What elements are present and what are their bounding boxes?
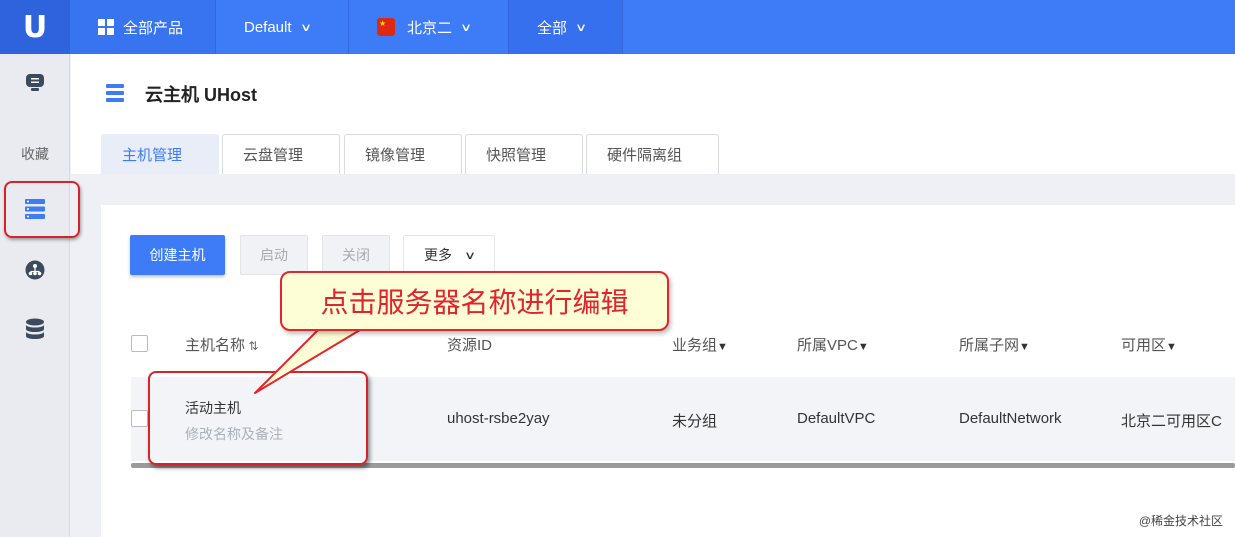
resource-id-cell: uhost-rsbe2yay xyxy=(447,410,550,427)
monitor-icon[interactable] xyxy=(24,72,46,94)
grid-icon xyxy=(98,19,114,35)
network-icon[interactable] xyxy=(24,259,46,281)
page-title: 云主机 UHost xyxy=(145,85,257,105)
scope-select[interactable]: 全部 ∨ xyxy=(509,0,623,54)
region-select[interactable]: 北京二 ∨ xyxy=(349,0,509,54)
instruction-callout: 点击服务器名称进行编辑 xyxy=(280,271,669,331)
tab-image-management[interactable]: 镜像管理 xyxy=(344,134,462,174)
database-icon[interactable] xyxy=(24,318,46,340)
column-header-subnet[interactable]: 所属子网▼ xyxy=(959,334,1030,355)
project-label: Default xyxy=(244,18,292,36)
tab-disk-management[interactable]: 云盘管理 xyxy=(222,134,340,174)
column-header-group[interactable]: 业务组▼ xyxy=(672,334,728,355)
region-label: 北京二 xyxy=(407,19,453,37)
page-header: 云主机 UHost 主机管理 云盘管理 镜像管理 快照管理 硬件隔离组 xyxy=(71,54,1235,174)
group-cell: 未分组 xyxy=(672,413,718,430)
sidebar: 收藏 xyxy=(0,54,80,537)
tab-snapshot-management[interactable]: 快照管理 xyxy=(465,134,583,174)
chevron-down-icon: ∨ xyxy=(575,21,588,34)
server-icon xyxy=(106,84,124,102)
chevron-down-icon: ∨ xyxy=(460,21,473,34)
more-dropdown[interactable]: 更多 ∨ xyxy=(403,235,495,275)
top-navigation-bar: U 全部产品 Default ∨ 北京二 ∨ 全部 ∨ xyxy=(0,0,1235,54)
watermark: @稀金技术社区 xyxy=(1138,514,1223,528)
all-products-menu[interactable]: 全部产品 xyxy=(70,0,216,54)
scope-label: 全部 xyxy=(537,19,568,37)
chevron-down-icon: ∨ xyxy=(463,249,477,262)
tab-host-management[interactable]: 主机管理 xyxy=(101,134,219,174)
column-header-name[interactable]: 主机名称 ⇅ xyxy=(185,334,258,355)
start-button[interactable]: 启动 xyxy=(240,235,308,275)
logo[interactable]: U xyxy=(0,0,70,54)
create-host-button[interactable]: 创建主机 xyxy=(130,235,225,275)
stop-button[interactable]: 关闭 xyxy=(322,235,390,275)
favorites-label: 收藏 xyxy=(21,146,49,162)
all-products-label: 全部产品 xyxy=(123,19,184,37)
filter-icon[interactable]: ▼ xyxy=(858,341,869,353)
select-all-checkbox[interactable] xyxy=(131,335,148,352)
project-select[interactable]: Default ∨ xyxy=(216,0,349,54)
host-name-highlight xyxy=(148,371,368,465)
column-header-zone[interactable]: 可用区▼ xyxy=(1121,334,1177,355)
tab-isolation-group[interactable]: 硬件隔离组 xyxy=(586,134,719,174)
sort-icon[interactable]: ⇅ xyxy=(245,339,258,353)
chevron-down-icon: ∨ xyxy=(299,21,312,34)
zone-cell: 北京二可用区C xyxy=(1121,413,1222,430)
subnet-cell[interactable]: DefaultNetwork xyxy=(959,410,1062,427)
column-header-resource-id: 资源ID xyxy=(447,337,493,354)
active-sidebar-highlight xyxy=(4,181,80,238)
row-checkbox[interactable] xyxy=(131,410,148,427)
vpc-cell[interactable]: DefaultVPC xyxy=(797,410,875,427)
column-header-vpc[interactable]: 所属VPC▼ xyxy=(797,334,869,355)
china-flag-icon xyxy=(377,18,395,36)
host-list-panel: 创建主机 启动 关闭 更多 ∨ 主机名称 ⇅ 资源ID 业务组▼ 所属VPC▼ 所… xyxy=(101,205,1235,537)
filter-icon[interactable]: ▼ xyxy=(1166,341,1177,353)
filter-icon[interactable]: ▼ xyxy=(1019,341,1030,353)
filter-icon[interactable]: ▼ xyxy=(717,341,728,353)
